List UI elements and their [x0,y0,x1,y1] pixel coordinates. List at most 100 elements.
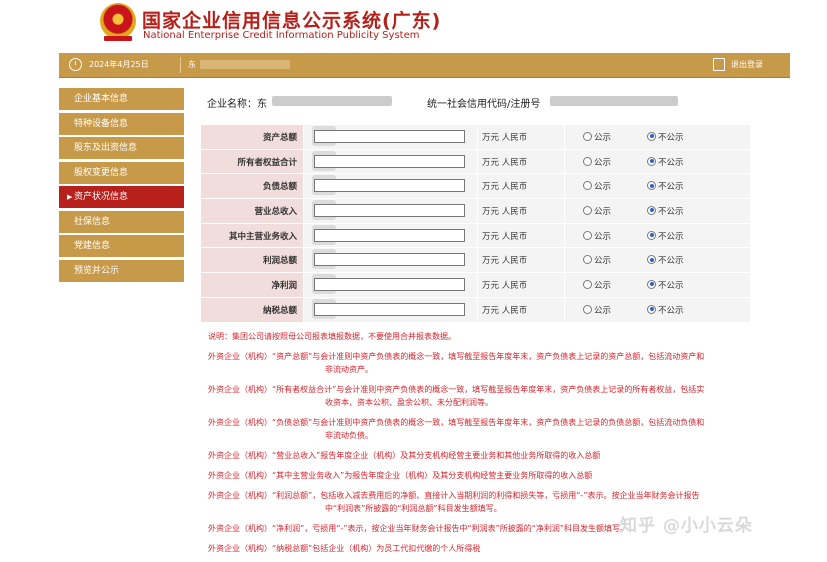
public-radio[interactable] [583,255,592,265]
watermark: 知乎 @小小云朵 [620,516,753,536]
site-subtitle: National Enterprise Credit Information P… [143,30,420,41]
credit-code-label: 统一社会信用代码/注册号 [427,99,541,110]
unit-label: 万元 人民币 [477,247,565,274]
nonpublic-label: 不公示 [658,256,684,267]
public-label: 公示 [594,305,612,316]
public-radio[interactable] [583,181,592,191]
table-row: 净利润 万元 人民币 公示 不公示 [200,272,751,298]
field-label: 利润总额 [200,247,304,274]
unit-label: 万元 人民币 [477,296,565,323]
field-label: 负债总额 [200,173,304,200]
unit-label: 万元 人民币 [477,198,565,224]
redacted-company-name [272,96,392,106]
total-profit-input[interactable] [314,253,465,267]
nonpublic-label: 不公示 [658,182,684,193]
net-profit-input[interactable] [314,278,465,292]
field-label: 所有者权益合计 [200,148,304,175]
nonpublic-radio[interactable] [647,156,657,166]
asset-form-table: 资产总额 万元 人民币 公示 不公示 所有者权益合计 万元 人民币 公示 不公示 负… [200,124,751,323]
nonpublic-radio[interactable] [647,181,657,191]
sidebar-item-party-building[interactable]: 党建信息 [59,235,184,257]
owners-equity-input[interactable] [314,154,465,168]
unit-label: 万元 人民币 [477,173,565,200]
sidebar-item-special-equipment[interactable]: 特种设备信息 [59,112,184,135]
field-label: 资产总额 [200,124,304,150]
main-business-revenue-input[interactable] [314,228,465,242]
org-name-prefix: 东 [188,60,196,69]
sidebar-item-preview-publish[interactable]: 预览并公示 [59,259,184,282]
note-item: 说明：集团公司请按照母公司报表填报数据，不要使用合并报表数据。 [208,332,456,341]
nonpublic-radio[interactable] [647,205,657,215]
unit-label: 万元 人民币 [477,124,565,150]
public-radio[interactable] [583,156,592,166]
redacted-org-name [200,60,290,69]
total-assets-input[interactable] [314,130,465,143]
field-label: 营业总收入 [200,198,304,224]
clock-icon [69,58,82,71]
table-row: 营业总收入 万元 人民币 公示 不公示 [200,198,751,224]
unit-label: 万元 人民币 [477,272,565,298]
company-name-label: 企业名称：东 [207,99,267,110]
sidebar-item-shareholders[interactable]: 股东及出资信息 [59,137,184,159]
current-date: 2024年4月25日 [89,60,149,69]
sidebar-item-assets[interactable]: ▶ 资产状况信息 [59,186,184,208]
site-header: 国家企业信用信息公示系统(广东) National Enterprise Cre… [0,0,827,52]
table-row: 利润总额 万元 人民币 公示 不公示 [200,247,751,274]
note-item: 外资企业（机构）“其中主营业务收入”为报告年度企业（机构）及其分支机构经营主要业… [208,471,593,480]
public-label: 公示 [594,256,612,267]
public-label: 公示 [594,280,612,291]
table-row: 所有者权益合计 万元 人民币 公示 不公示 [200,148,751,175]
table-row: 资产总额 万元 人民币 公示 不公示 [200,124,751,150]
nonpublic-radio[interactable] [647,230,657,240]
public-label: 公示 [594,157,612,168]
nonpublic-label: 不公示 [658,280,684,291]
sidebar-item-equity-changes[interactable]: 股权变更信息 [59,161,184,184]
national-emblem-icon [100,3,136,39]
table-row: 其中主营业务收入 万元 人民币 公示 不公示 [200,222,751,249]
public-label: 公示 [594,182,612,193]
top-bar: 2024年4月25日 东 退出登录 [59,53,790,78]
nonpublic-radio[interactable] [647,131,657,141]
sidebar-item-basic-info[interactable]: 企业基本信息 [59,88,184,110]
note-item: 外资企业（机构）“资产总额”与会计准则中资产负债表的概念一致，填写截至报告年度年… [208,352,705,374]
public-radio[interactable] [583,205,592,215]
public-label: 公示 [594,132,612,143]
table-row: 纳税总额 万元 人民币 公示 不公示 [200,296,751,323]
divider [180,57,181,73]
nonpublic-radio[interactable] [647,304,657,314]
nonpublic-label: 不公示 [658,305,684,316]
redacted-credit-code [550,96,678,106]
active-arrow-icon: ▶ [67,193,73,201]
table-row: 负债总额 万元 人民币 公示 不公示 [200,173,751,200]
public-label: 公示 [594,206,612,217]
public-radio[interactable] [583,279,592,289]
total-liabilities-input[interactable] [314,179,465,193]
nonpublic-label: 不公示 [658,231,684,242]
public-radio[interactable] [583,131,592,141]
sidebar-item-social-security[interactable]: 社保信息 [59,210,184,233]
note-item: 外资企业（机构）“负债总额”与会计准则中资产负债表的概念一致，填写截至报告年度年… [208,418,705,440]
nonpublic-radio[interactable] [647,255,657,265]
total-tax-input[interactable] [314,302,465,316]
note-item: 外资企业（机构）“纳税总额”包括企业（机构）为员工代扣代缴的个人所得税 [208,544,481,553]
total-revenue-input[interactable] [314,204,465,218]
logout-icon[interactable] [713,58,725,71]
unit-label: 万元 人民币 [477,222,565,249]
unit-label: 万元 人民币 [477,148,565,175]
field-label: 净利润 [200,272,304,298]
nonpublic-radio[interactable] [647,279,657,289]
note-item: 外资企业（机构）“营业总收入”报告年度企业（机构）及其分支机构经营主要业务和其他… [208,451,601,460]
nonpublic-label: 不公示 [658,157,684,168]
nonpublic-label: 不公示 [658,206,684,217]
nonpublic-label: 不公示 [658,132,684,143]
field-label: 其中主营业务收入 [200,222,304,249]
logout-button[interactable]: 退出登录 [731,59,763,70]
public-label: 公示 [594,231,612,242]
public-radio[interactable] [583,230,592,240]
note-item: 外资企业（机构）“所有者权益合计”与会计准则中资产负债表的概念一致，填写截至报告… [208,385,705,407]
sidebar-item-label: 资产状况信息 [74,192,129,202]
public-radio[interactable] [583,304,592,314]
national-emblem-base [104,36,132,41]
field-label: 纳税总额 [200,296,304,323]
sidebar-nav: 企业基本信息 特种设备信息 股东及出资信息 股权变更信息 ▶ 资产状况信息 社保… [59,88,184,284]
